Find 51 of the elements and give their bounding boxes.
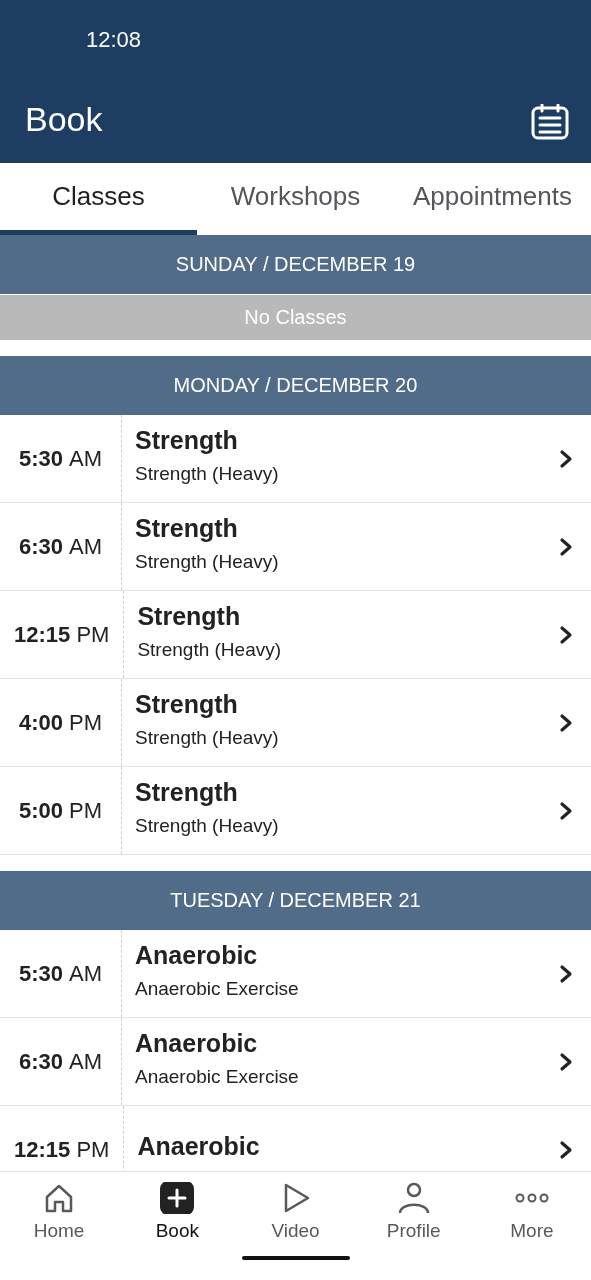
class-time: 12:15 PM — [0, 591, 125, 678]
page-title: Book — [25, 100, 103, 140]
class-time: 5:00 PM — [0, 767, 122, 854]
class-subtitle: Strength (Heavy) — [137, 639, 283, 661]
class-subtitle: Anaerobic Exercise — [135, 1066, 300, 1088]
nav-item[interactable]: Video — [236, 1182, 355, 1242]
class-name: Anaerobic — [137, 1132, 261, 1161]
class-subtitle: Strength (Heavy) — [135, 727, 280, 749]
nav-item[interactable]: More — [472, 1182, 591, 1242]
class-subtitle: Anaerobic Exercise — [135, 978, 300, 1000]
person-icon — [397, 1182, 430, 1214]
class-row[interactable]: 12:15 PM Strength Strength (Heavy) — [0, 591, 591, 679]
calendar-icon[interactable] — [531, 103, 569, 140]
class-row[interactable]: 4:00 PM Strength Strength (Heavy) — [0, 679, 591, 767]
day-header: MONDAY / DECEMBER 20 — [0, 356, 591, 415]
chevron-icon — [559, 800, 573, 821]
class-row[interactable]: 5:30 AM Strength Strength (Heavy) — [0, 415, 591, 503]
class-time: 6:30 AM — [0, 503, 122, 590]
plus-icon — [159, 1182, 196, 1214]
class-name: Anaerobic — [135, 1029, 259, 1058]
class-name: Strength — [135, 690, 239, 719]
class-row[interactable]: 5:00 PM Strength Strength (Heavy) — [0, 767, 591, 855]
chevron-icon — [559, 712, 573, 733]
status-time: 12:08 — [86, 27, 142, 53]
chevron-icon — [559, 1139, 573, 1160]
chevron-icon — [559, 1051, 573, 1072]
empty-message: No Classes — [0, 295, 591, 340]
nav-item[interactable]: Profile — [354, 1182, 473, 1242]
class-row[interactable]: 6:30 AM Anaerobic Anaerobic Exercise — [0, 1018, 591, 1106]
class-time: 5:30 AM — [0, 930, 122, 1017]
day-header: TUESDAY / DECEMBER 21 — [0, 871, 591, 930]
class-time: 4:00 PM — [0, 679, 122, 766]
class-time: 6:30 AM — [0, 1018, 122, 1105]
class-subtitle: Strength (Heavy) — [135, 551, 280, 573]
class-name: Strength — [135, 778, 239, 807]
class-time: 5:30 AM — [0, 415, 122, 502]
day-header: SUNDAY / DECEMBER 19 — [0, 235, 591, 294]
class-name: Strength — [135, 426, 239, 455]
class-row[interactable]: 6:30 AM Strength Strength (Heavy) — [0, 503, 591, 591]
chevron-icon — [559, 536, 573, 557]
chevron-icon — [559, 963, 573, 984]
chevron-icon — [559, 448, 573, 469]
class-subtitle: Strength (Heavy) — [135, 463, 280, 485]
class-name: Anaerobic — [135, 941, 259, 970]
class-name: Strength — [135, 514, 239, 543]
chevron-icon — [559, 624, 573, 645]
class-subtitle: Strength (Heavy) — [135, 815, 280, 837]
nav-item[interactable]: Home — [0, 1182, 119, 1242]
class-name: Strength — [137, 602, 242, 631]
class-row[interactable]: 5:30 AM Anaerobic Anaerobic Exercise — [0, 930, 591, 1018]
nav-item[interactable]: Book — [118, 1182, 237, 1242]
